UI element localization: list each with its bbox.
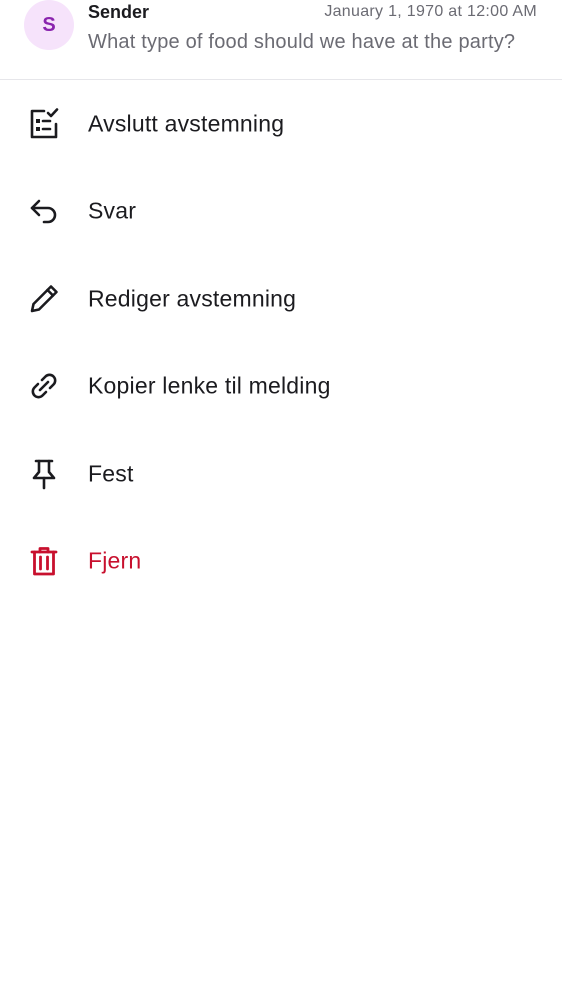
message-timestamp: January 1, 1970 at 12:00 AM: [324, 3, 537, 20]
menu-item-label: Rediger avstemning: [88, 285, 297, 312]
menu-item-end-poll[interactable]: Avslutt avstemning: [0, 80, 562, 168]
menu-item-edit-poll[interactable]: Rediger avstemning: [0, 255, 562, 343]
menu-item-label: Kopier lenke til melding: [88, 372, 331, 399]
menu-item-remove[interactable]: Fjern: [0, 518, 562, 606]
menu-item-label: Avslutt avstemning: [88, 110, 285, 137]
menu-item-copy-link[interactable]: Kopier lenke til melding: [0, 343, 562, 431]
avatar: S: [24, 0, 74, 50]
menu-item-label: Svar: [88, 197, 137, 224]
link-icon: [26, 368, 62, 404]
menu-item-pin[interactable]: Fest: [0, 430, 562, 518]
trash-icon: [26, 543, 62, 579]
menu-item-label: Fest: [88, 460, 134, 487]
menu-item-label: Fjern: [88, 547, 142, 574]
message-actions-menu: Avslutt avstemning Svar Rediger avstemni…: [0, 80, 562, 605]
avatar-initial: S: [42, 13, 56, 36]
message-preview: What type of food should we have at the …: [88, 31, 516, 53]
reply-icon: [26, 193, 62, 229]
end-poll-icon: [26, 106, 62, 142]
message-header: S Sender January 1, 1970 at 12:00 AM Wha…: [0, 0, 562, 80]
sender-name: Sender: [88, 2, 150, 22]
menu-item-reply[interactable]: Svar: [0, 168, 562, 256]
pin-icon: [26, 456, 62, 492]
pencil-icon: [26, 281, 62, 317]
